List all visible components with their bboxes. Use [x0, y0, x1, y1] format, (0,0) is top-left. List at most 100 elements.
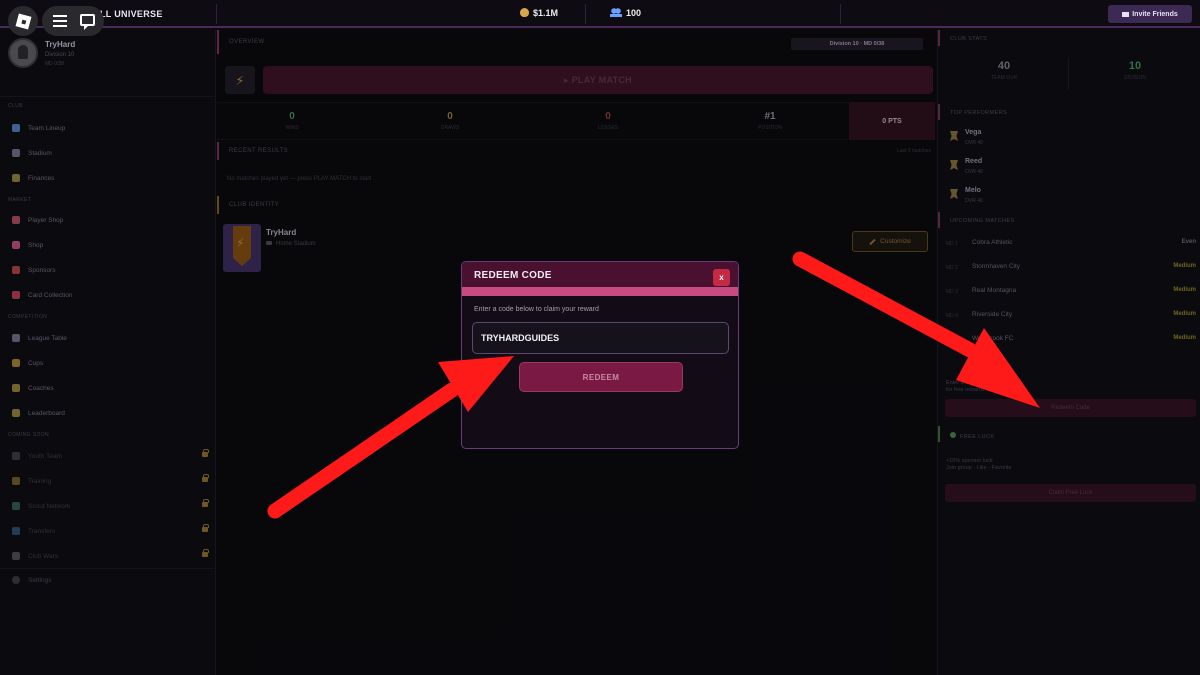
modal-hint: Enter a code below to claim your reward [474, 306, 599, 313]
code-input[interactable] [472, 322, 729, 354]
lock-icon [202, 449, 209, 457]
claim-free-luck-button[interactable]: Claim Free Luck [945, 484, 1196, 502]
performer-row[interactable]: Reed OVR 40 [950, 158, 1190, 178]
top-performers-label: TOP PERFORMERS [950, 110, 1008, 116]
sidebar-item-sponsors[interactable]: Sponsors [12, 263, 212, 277]
match-row[interactable]: MD 3 Real Montagna Medium [946, 286, 1196, 300]
sidebar-item-finances[interactable]: Finances [12, 171, 212, 185]
sidebar-item-settings[interactable]: Settings [12, 573, 212, 587]
redeem-code-button[interactable]: Redeem Code [945, 399, 1196, 417]
trophy-icon [12, 359, 20, 367]
medal-icon [12, 409, 20, 417]
roblox-menu-button[interactable] [8, 6, 38, 36]
sidebar-item-leaderboard[interactable]: Leaderboard [12, 406, 212, 420]
divider [1068, 58, 1069, 90]
upcoming-matches-label: UPCOMING MATCHES [950, 218, 1015, 224]
divider [585, 4, 586, 24]
stadium-icon [12, 149, 20, 157]
youth-icon [12, 452, 20, 460]
club-stats-label: CLUB STATS [950, 36, 988, 42]
performer-row[interactable]: Melo OVR 40 [950, 187, 1190, 207]
section-accent [938, 212, 940, 228]
table-icon [12, 334, 20, 342]
play-match-button[interactable]: ▸ PLAY MATCH [263, 66, 933, 94]
stat-draws: 0 Draws [440, 111, 460, 131]
chat-icon[interactable] [80, 14, 95, 30]
match-row[interactable]: MD 2 Stormhaven City Medium [946, 262, 1196, 276]
club-stadium: Home Stadium [266, 241, 316, 247]
money-bag-icon [520, 8, 529, 17]
medal-icon [950, 189, 958, 199]
fans-value: 100 [626, 8, 642, 18]
sidebar-item-coaches[interactable]: Coaches [12, 381, 212, 395]
globe-icon [12, 502, 20, 510]
sidebar-item-shop[interactable]: Shop [12, 238, 212, 252]
section-club: Club [8, 103, 23, 109]
divider [216, 4, 217, 24]
division-pill: Division 10 · MD 0/38 [791, 38, 923, 50]
sidebar-item-training: Training [12, 474, 212, 488]
sponsor-icon [12, 266, 20, 274]
recent-results-link[interactable]: Last 5 matches [897, 148, 931, 154]
gear-icon [12, 576, 20, 584]
close-button[interactable]: x [713, 269, 730, 286]
mail-icon [1122, 11, 1130, 17]
sidebar-item-club-wars: Club Wars [12, 549, 212, 563]
people-icon [610, 8, 622, 17]
roblox-logo-icon [15, 13, 31, 29]
hamburger-icon[interactable] [53, 15, 67, 27]
sidebar-item-youth-team: Youth Team [12, 449, 212, 463]
avatar[interactable] [8, 38, 38, 68]
stat-losses: 0 Losses [597, 111, 618, 131]
performer-row[interactable]: Vega OVR 40 [950, 129, 1190, 149]
season-stats: 0 Wins 0 Draws 0 Losses #1 Position [217, 102, 936, 140]
sidebar-item-card-collection[interactable]: Card Collection [12, 288, 212, 302]
stat-position: #1 Position [758, 111, 782, 131]
money-display: $1.1M [520, 8, 558, 18]
section-accent [217, 196, 219, 214]
stadium-icon [266, 241, 272, 245]
medal-icon [950, 160, 958, 170]
redeem-code-modal: REDEEM CODE x Enter a code below to clai… [461, 261, 739, 449]
quick-sim-button[interactable]: ⚡ [225, 66, 255, 94]
section-coming-soon: Coming Soon [8, 432, 50, 438]
sidebar-item-stadium[interactable]: Stadium [12, 146, 212, 160]
section-accent [938, 30, 940, 46]
training-icon [12, 477, 20, 485]
shop-icon [12, 241, 20, 249]
clover-icon [950, 432, 956, 438]
section-accent [938, 104, 940, 120]
club-crest: ⚡ [223, 224, 261, 272]
transfer-icon [12, 527, 20, 535]
club-stat-division: 10 Division [1124, 60, 1146, 81]
customize-button[interactable]: Customize [852, 231, 928, 252]
match-row[interactable]: MD 1 Cobra Athletic Even [946, 238, 1196, 252]
right-panel: CLUB STATS 40 Team OVR 10 Division TOP PER… [937, 30, 1200, 675]
free-luck-text: +10% sponsor luck Join group · Like · Fav… [946, 458, 1012, 472]
sidebar: TryHard Division 10 MD 0/38 Club Team Li… [0, 30, 216, 675]
sidebar-item-league-table[interactable]: League Table [12, 331, 212, 345]
divider [0, 96, 216, 97]
sidebar-item-player-shop[interactable]: Player Shop [12, 213, 212, 227]
invite-friends-button[interactable]: Invite Friends [1108, 5, 1192, 23]
match-row[interactable]: MD 5 Westbrook FC Medium [946, 334, 1196, 348]
sidebar-item-cups[interactable]: Cups [12, 356, 212, 370]
pencil-icon [869, 238, 876, 245]
lock-icon [202, 499, 209, 507]
match-row[interactable]: MD 4 Riverside City Medium [946, 310, 1196, 324]
sidebar-item-transfers: Transfers [12, 524, 212, 538]
sidebar-item-team-lineup[interactable]: Team Lineup [12, 121, 212, 135]
card-icon [12, 291, 20, 299]
coach-icon [12, 384, 20, 392]
club-stat-ovr: 40 Team OVR [990, 60, 1018, 81]
cart-icon [12, 216, 20, 224]
modal-header: REDEEM CODE x [462, 262, 738, 287]
lock-icon [202, 474, 209, 482]
redeem-button[interactable]: REDEEM [519, 362, 683, 392]
lock-icon [202, 549, 209, 557]
club-name: TryHard [266, 228, 297, 237]
section-accent [938, 426, 940, 442]
section-market: Market [8, 197, 32, 203]
free-luck-label: FREE LUCK [950, 432, 994, 440]
modal-title: REDEEM CODE [474, 270, 552, 281]
